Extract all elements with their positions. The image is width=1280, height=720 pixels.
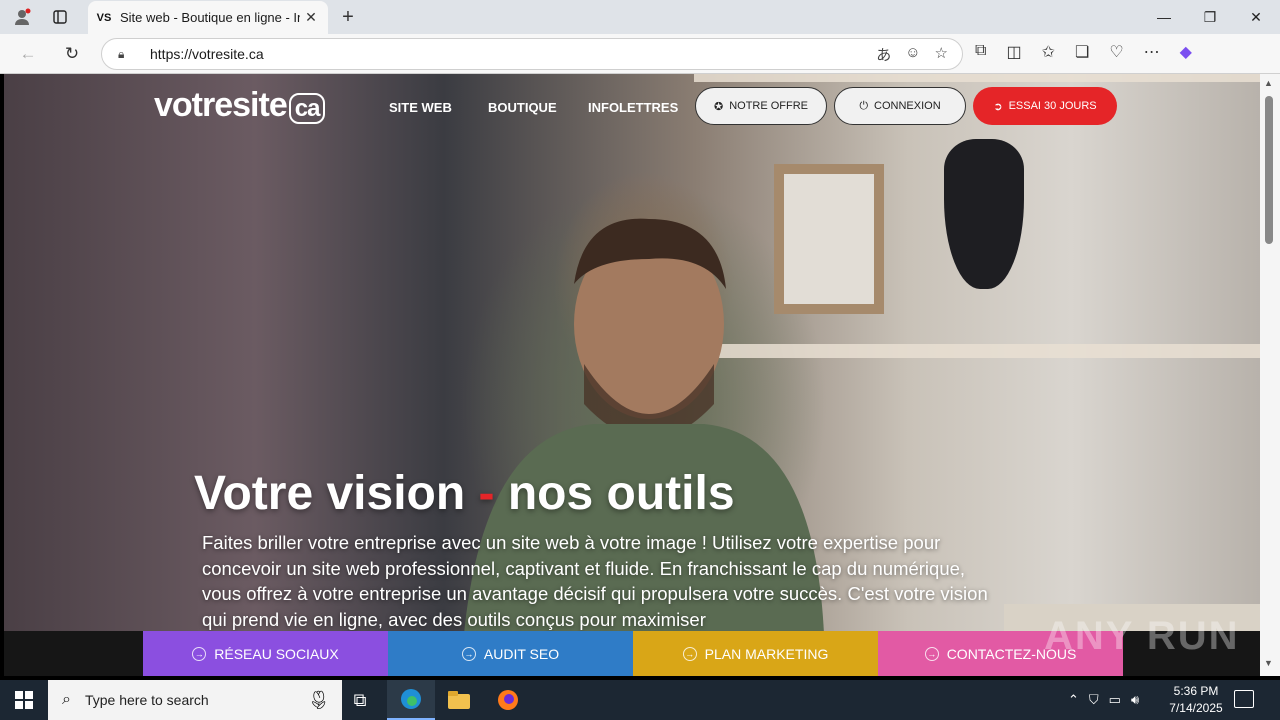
tab-title: Site web - Boutique en ligne - Info	[120, 10, 300, 25]
url-text[interactable]: https://votresite.ca	[150, 46, 264, 62]
page-viewport: votresite ca SITE WEB BOUTIQUE INFOLETTRE…	[4, 74, 1260, 676]
translate-icon[interactable]: あ	[876, 44, 891, 65]
anyrun-watermark: ANY RUN	[1044, 614, 1240, 658]
logo-text: votresite	[154, 86, 288, 124]
task-view-icon[interactable]: ⧉	[336, 680, 384, 720]
arrow-circle-icon: ➲	[993, 100, 1003, 113]
collections-icon[interactable]: ❏	[1075, 42, 1089, 62]
chevron-up-icon[interactable]: ⌃	[1068, 692, 1079, 708]
browser-essentials-icon[interactable]: ♡	[1109, 42, 1123, 62]
menu-site-web[interactable]: SITE WEB	[389, 100, 452, 115]
more-menu-icon[interactable]: ⋯	[1144, 42, 1160, 62]
file-explorer-icon[interactable]	[435, 680, 483, 720]
site-logo[interactable]: votresite ca	[154, 86, 326, 125]
power-icon: ⏻	[859, 99, 869, 112]
menu-boutique[interactable]: BOUTIQUE	[488, 100, 557, 115]
refresh-icon[interactable]: ↻	[58, 40, 86, 68]
network-icon[interactable]: ▭	[1109, 692, 1121, 708]
clock-time: 5:36 PM	[1173, 684, 1219, 698]
link-label: PLAN MARKETING	[704, 645, 829, 662]
link-reseau-sociaux[interactable]: → RÉSEAU SOCIAUX	[143, 631, 388, 676]
link-label: RÉSEAU SOCIAUX	[214, 645, 339, 662]
taskbar-clock[interactable]: 5:36 PM 7/14/2025	[1166, 683, 1226, 717]
reader-icon[interactable]: ☺	[905, 44, 920, 65]
menu-infolettres[interactable]: INFOLETTRES	[588, 100, 678, 115]
windows-taskbar: ⌕ Type here to search 🌷︎ ⧉ ⌃ ⛉ ▭ 🔊︎ 5:36…	[0, 680, 1280, 720]
close-window-button[interactable]: ✕	[1233, 0, 1279, 34]
vase-decoration	[944, 139, 1024, 289]
browser-toolbar: ← ↻ 🔒︎ https://votresite.ca あ ☺ ☆ ⧉ ◫ ✩ …	[0, 34, 1280, 74]
browser-tab[interactable]: VS Site web - Boutique en ligne - Info ✕	[88, 1, 328, 34]
notre-offre-button[interactable]: ✪ NOTRE OFFRE	[695, 87, 827, 125]
tab-actions-icon[interactable]	[48, 5, 72, 29]
copilot-icon[interactable]: ◆	[1180, 42, 1192, 62]
link-label: AUDIT SEO	[483, 645, 560, 662]
browser-titlebar: VS Site web - Boutique en ligne - Info ✕…	[0, 0, 1280, 34]
new-tab-icon[interactable]: +	[336, 5, 360, 29]
badge-check-icon: ✪	[713, 100, 724, 113]
extensions-icon[interactable]: ⧉	[975, 42, 986, 62]
hero-title-part-1: Votre vision	[194, 467, 466, 520]
arrow-circle-icon: →	[192, 646, 207, 661]
windows-logo-icon	[15, 691, 33, 709]
clock-date: 7/14/2025	[1169, 701, 1223, 715]
hero-title-part-2: nos outils	[507, 467, 735, 520]
taskbar-search[interactable]: ⌕ Type here to search 🌷︎	[48, 680, 342, 720]
minimize-button[interactable]: —	[1141, 0, 1187, 34]
arrow-circle-icon: →	[682, 646, 697, 661]
notification-icon[interactable]	[1234, 690, 1254, 708]
scroll-down-icon[interactable]: ▼	[1264, 658, 1273, 668]
firefox-icon[interactable]	[484, 680, 532, 720]
start-button[interactable]	[0, 680, 48, 720]
quick-links-spacer	[4, 631, 143, 676]
hero-paragraph: Faites briller votre entreprise avec un …	[202, 532, 988, 630]
scroll-up-icon[interactable]: ▲	[1264, 78, 1273, 88]
restore-button[interactable]: ❐	[1187, 0, 1233, 34]
address-bar[interactable]: 🔒︎ https://votresite.ca あ ☺ ☆	[101, 38, 963, 70]
link-audit-seo[interactable]: → AUDIT SEO	[388, 631, 633, 676]
connexion-label: CONNEXION	[874, 100, 941, 112]
volume-icon[interactable]: 🔊︎	[1131, 692, 1139, 708]
edge-taskbar-icon[interactable]	[387, 680, 435, 720]
split-screen-icon[interactable]: ◫	[1006, 42, 1021, 62]
link-plan-marketing[interactable]: → PLAN MARKETING	[633, 631, 878, 676]
favorite-star-icon[interactable]: ☆	[935, 44, 948, 65]
arrow-circle-icon: →	[924, 646, 939, 661]
profile-icon[interactable]	[10, 5, 34, 29]
search-icon: ⌕	[62, 691, 71, 708]
search-placeholder: Type here to search	[84, 692, 209, 708]
system-tray: ⌃ ⛉ ▭ 🔊︎	[1068, 680, 1139, 720]
close-tab-icon[interactable]: ✕	[302, 9, 320, 26]
essai-label: ESSAI 30 JOURS	[1008, 100, 1097, 112]
arrow-circle-icon: →	[461, 646, 476, 661]
scroll-thumb[interactable]	[1265, 96, 1273, 244]
page-scrollbar[interactable]: ▲ ▼	[1260, 74, 1280, 676]
logo-suffix: ca	[288, 93, 326, 124]
essai-30-jours-button[interactable]: ➲ ESSAI 30 JOURS	[973, 87, 1117, 125]
lock-icon[interactable]: 🔒︎	[118, 47, 134, 62]
hero-title-dash: -	[478, 467, 495, 520]
shelf-decoration	[694, 74, 1260, 82]
security-icon[interactable]: ⛉	[1089, 692, 1099, 708]
back-icon[interactable]: ←	[14, 40, 42, 68]
hero-title: Votre vision - nos outils	[194, 466, 735, 521]
notre-offre-label: NOTRE OFFRE	[729, 100, 809, 112]
site-favicon-icon: VS	[96, 11, 112, 24]
connexion-button[interactable]: ⏻ CONNEXION	[834, 87, 966, 125]
tulips-icon: 🌷︎	[307, 689, 330, 710]
favorites-icon[interactable]: ✩	[1042, 42, 1055, 62]
